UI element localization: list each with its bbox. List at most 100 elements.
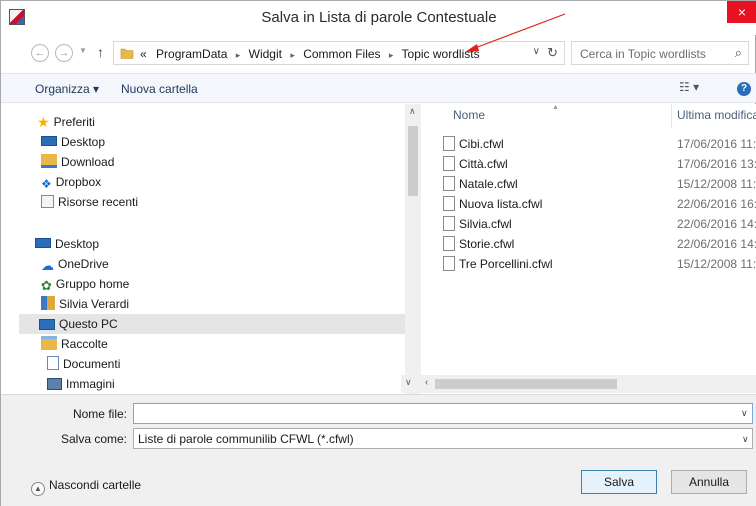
save-as-type-select[interactable]: Liste di parole communilib CFWL (*.cfwl)… <box>133 428 753 449</box>
file-name: Cibi.cfwl <box>459 137 504 151</box>
nav-item-pictures[interactable]: Immagini <box>47 374 115 394</box>
column-header-name[interactable]: Nome <box>453 108 485 122</box>
file-name: Città.cfwl <box>459 157 508 171</box>
nav-item-user[interactable]: Silvia Verardi <box>41 294 129 314</box>
nav-item-desktop-root[interactable]: Desktop <box>35 234 99 254</box>
nav-item-homegroup[interactable]: ✿ Gruppo home <box>41 274 129 294</box>
file-row[interactable]: Tre Porcellini.cfwl 15/12/2008 11:59 <box>425 254 756 274</box>
navigation-pane: ★ Preferiti Desktop Download ❖ Dropbox Ris… <box>1 104 421 394</box>
collapse-up-icon: ▲ <box>31 482 45 496</box>
file-row[interactable]: Silvia.cfwl 22/06/2016 14:35 <box>425 214 756 234</box>
file-name-input[interactable] <box>133 403 753 424</box>
forward-button[interactable]: → <box>55 44 73 62</box>
breadcrumb-item-programdata[interactable]: ProgramData <box>156 47 227 61</box>
nav-item-documents[interactable]: Documenti <box>47 354 120 374</box>
file-modified: 22/06/2016 14:57 <box>677 237 756 251</box>
nav-item-label: OneDrive <box>58 257 109 271</box>
onedrive-icon: ☁ <box>41 258 54 273</box>
breadcrumb-separator-icon[interactable]: ▸ <box>236 50 241 60</box>
column-divider[interactable] <box>671 104 672 128</box>
sort-indicator-icon: ▲ <box>552 104 559 111</box>
file-name: Nuova lista.cfwl <box>459 197 543 211</box>
libraries-icon <box>41 336 57 350</box>
recent-locations-button[interactable]: ▼ <box>79 46 87 55</box>
star-icon: ★ <box>37 114 50 130</box>
scrollbar-thumb[interactable] <box>435 379 617 389</box>
save-as-type-label: Salva come: <box>60 432 127 446</box>
file-icon <box>443 256 455 271</box>
file-icon <box>443 196 455 211</box>
search-icon[interactable]: ⌕ <box>735 45 742 61</box>
cancel-button[interactable]: Annulla <box>671 470 747 494</box>
breadcrumb-separator-icon[interactable]: ▸ <box>389 50 394 60</box>
this-pc-icon <box>39 319 55 330</box>
nav-item-this-pc[interactable]: Questo PC <box>19 314 405 334</box>
up-button[interactable]: ↑ <box>97 44 104 60</box>
dropbox-icon: ❖ <box>41 177 52 191</box>
desktop-icon <box>41 136 57 146</box>
address-dropdown-icon[interactable]: ∨ <box>533 46 540 57</box>
close-button[interactable]: × <box>727 1 756 23</box>
nav-item-download[interactable]: Download <box>41 152 114 172</box>
window-title: Salva in Lista di parole Contestuale <box>261 9 497 26</box>
pictures-icon <box>47 378 62 390</box>
horizontal-scrollbar[interactable]: ∨ ‹ <box>401 375 756 393</box>
file-row[interactable]: Città.cfwl 17/06/2016 13:45 <box>425 154 756 174</box>
file-modified: 22/06/2016 16:20 <box>677 197 756 211</box>
search-input[interactable]: Cerca in Topic wordlists <box>580 47 706 61</box>
file-row[interactable]: Storie.cfwl 22/06/2016 14:57 <box>425 234 756 254</box>
chevron-left-icon[interactable]: ‹ <box>425 377 428 388</box>
scrollbar-thumb[interactable] <box>408 126 418 196</box>
nav-item-recent[interactable]: Risorse recenti <box>41 192 138 212</box>
download-folder-icon <box>41 154 57 168</box>
nav-item-dropbox[interactable]: ❖ Dropbox <box>41 172 101 192</box>
save-options-panel: Nome file: ∨ Salva come: Liste di parole… <box>1 394 756 506</box>
file-row[interactable]: Nuova lista.cfwl 22/06/2016 16:20 <box>425 194 756 214</box>
breadcrumb-item-common-files[interactable]: Common Files <box>303 47 380 61</box>
file-modified: 22/06/2016 14:35 <box>677 217 756 231</box>
chevron-down-icon[interactable]: ∨ <box>405 377 412 388</box>
file-name: Tre Porcellini.cfwl <box>459 257 553 271</box>
save-dialog: Salva in Lista di parole Contestuale × ←… <box>0 0 756 506</box>
save-button[interactable]: Salva <box>581 470 657 494</box>
breadcrumb-separator-icon[interactable]: ▸ <box>290 50 295 60</box>
column-header-modified[interactable]: Ultima modifica <box>677 108 756 122</box>
file-icon <box>443 216 455 231</box>
nav-item-label: Immagini <box>66 377 115 391</box>
file-icon <box>443 176 455 191</box>
chevron-down-icon[interactable]: ∨ <box>741 408 748 419</box>
breadcrumb-item-topic-wordlists[interactable]: Topic wordlists <box>402 47 480 61</box>
nav-item-preferiti[interactable]: ★ Preferiti <box>37 112 95 132</box>
help-icon[interactable]: ? <box>737 82 751 96</box>
documents-icon <box>47 356 59 370</box>
file-list: Nome ▲ Ultima modifica Cibi.cfwl 17/06/2… <box>425 104 756 394</box>
address-bar[interactable]: « ▸ ProgramData ▸ Widgit ▸ Common Files … <box>113 41 565 65</box>
arrow-up-icon: ↑ <box>97 44 104 60</box>
nav-item-label: Risorse recenti <box>58 195 139 209</box>
breadcrumb-overflow[interactable]: « <box>140 47 147 61</box>
refresh-icon[interactable]: ↻ <box>547 45 558 61</box>
file-modified: 17/06/2016 11:13 <box>677 137 756 151</box>
file-icon <box>443 236 455 251</box>
navigation-scrollbar[interactable]: ∧ ∨ <box>405 104 421 394</box>
back-button[interactable]: ← <box>31 44 49 62</box>
nav-item-libraries[interactable]: Raccolte <box>41 334 108 354</box>
file-row[interactable]: Cibi.cfwl 17/06/2016 11:13 <box>425 134 756 154</box>
view-list-icon: ☷ ▾ <box>679 80 700 94</box>
title-bar: Salva in Lista di parole Contestuale × <box>1 1 756 35</box>
hide-folders-toggle[interactable]: ▲ Nascondi cartelle <box>31 478 141 496</box>
search-box[interactable]: Cerca in Topic wordlists ⌕ <box>571 41 749 65</box>
nav-item-onedrive[interactable]: ☁ OneDrive <box>41 254 109 274</box>
view-options-button[interactable]: ☷ ▾ <box>679 80 699 94</box>
organize-button[interactable]: Organizza ▾ <box>35 82 99 96</box>
new-folder-button[interactable]: Nuova cartella <box>121 82 198 96</box>
nav-item-desktop[interactable]: Desktop <box>41 132 105 152</box>
chevron-down-icon: ∨ <box>742 434 749 444</box>
nav-item-label: Preferiti <box>53 115 95 129</box>
arrow-right-icon: → <box>58 47 70 59</box>
chevron-up-icon[interactable]: ∧ <box>409 106 416 117</box>
nav-item-label: Raccolte <box>61 337 108 351</box>
homegroup-icon: ✿ <box>41 278 52 293</box>
breadcrumb-item-widgit[interactable]: Widgit <box>249 47 282 61</box>
file-row[interactable]: Natale.cfwl 15/12/2008 11:59 <box>425 174 756 194</box>
